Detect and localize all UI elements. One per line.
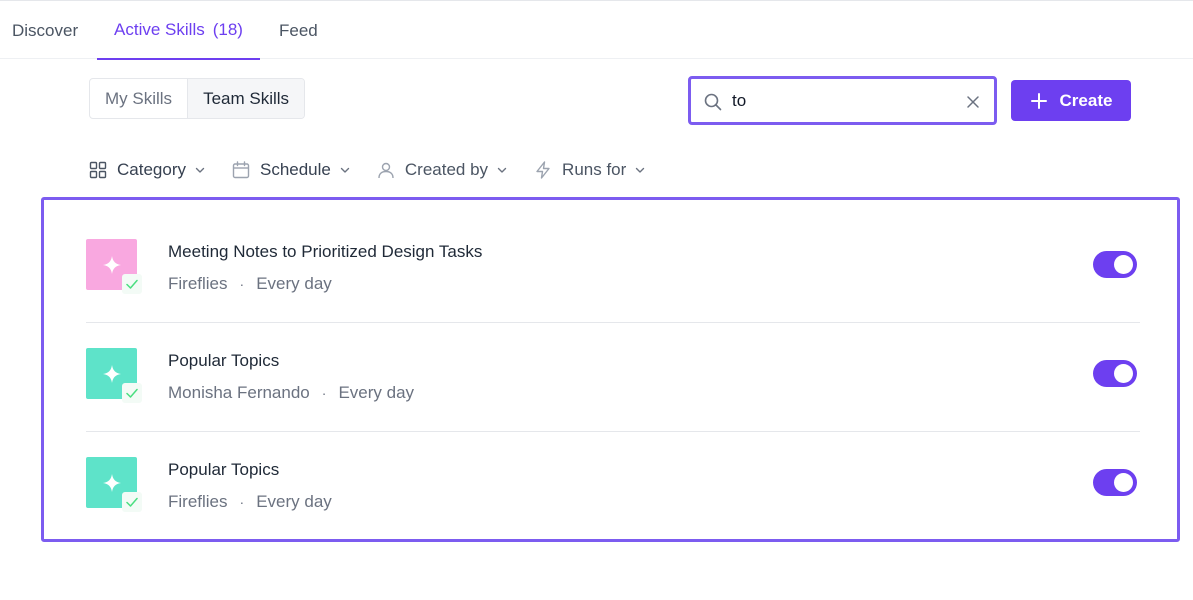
category-filter[interactable]: Category [89, 160, 206, 180]
sparkle-icon [102, 255, 121, 274]
sparkle-icon [102, 364, 121, 383]
active-check-badge [122, 274, 142, 294]
skill-meta: Fireflies · Every day [168, 492, 332, 512]
created-by-filter-label: Created by [404, 160, 489, 179]
sparkle-icon [102, 473, 121, 492]
runs-for-filter-label: Runs for [562, 160, 627, 179]
skill-row[interactable]: Popular Topics Fireflies · Every day [86, 432, 1140, 541]
skill-enabled-toggle[interactable] [1093, 469, 1137, 496]
close-icon[interactable] [965, 94, 981, 110]
create-button[interactable]: Create [1011, 80, 1131, 121]
grid-icon [89, 161, 107, 179]
separator-dot: · [321, 385, 327, 401]
check-icon [126, 279, 138, 289]
check-icon [126, 497, 138, 507]
chevron-down-icon [195, 167, 205, 173]
toggle-knob [1114, 255, 1133, 274]
search-box [688, 76, 997, 125]
skill-source: Fireflies [168, 274, 228, 293]
separator-dot: · [239, 276, 245, 292]
tab-active-skills[interactable]: Active Skills (18) [97, 1, 260, 60]
calendar-icon [232, 161, 250, 179]
toggle-knob [1114, 364, 1133, 383]
my-skills-segment[interactable]: My Skills [90, 79, 187, 118]
skill-title: Popular Topics [168, 460, 280, 479]
skill-enabled-toggle[interactable] [1093, 251, 1137, 278]
chevron-down-icon [340, 167, 350, 173]
team-skills-label: Team Skills [203, 88, 290, 108]
skill-source: Fireflies [168, 492, 228, 511]
skill-schedule: Every day [256, 274, 332, 293]
user-icon [378, 162, 394, 179]
skill-meta: Fireflies · Every day [168, 274, 332, 294]
chevron-down-icon [497, 167, 507, 173]
runs-for-filter[interactable]: Runs for [534, 160, 646, 180]
tab-discover[interactable]: Discover [12, 1, 78, 60]
team-skills-segment[interactable]: Team Skills [187, 79, 305, 118]
skill-title: Meeting Notes to Prioritized Design Task… [168, 242, 483, 261]
skill-source: Monisha Fernando [168, 383, 310, 402]
skills-scope-toggle: My Skills Team Skills [89, 78, 306, 119]
skill-schedule: Every day [256, 492, 332, 511]
active-check-badge [122, 383, 142, 403]
toggle-knob [1114, 473, 1133, 492]
separator-dot: · [239, 494, 245, 510]
tab-active-skills-count: (18) [212, 19, 243, 39]
skill-title: Popular Topics [168, 351, 280, 370]
schedule-filter-label: Schedule [259, 160, 331, 179]
top-tab-bar: Discover Active Skills (18) Feed [0, 0, 1193, 60]
tab-discover-label: Discover [12, 20, 79, 40]
skills-list: Meeting Notes to Prioritized Design Task… [41, 197, 1180, 542]
schedule-filter[interactable]: Schedule [232, 160, 351, 180]
category-filter-label: Category [117, 160, 186, 179]
tab-active-skills-label: Active Skills [114, 19, 205, 39]
skill-enabled-toggle[interactable] [1093, 360, 1137, 387]
created-by-filter[interactable]: Created by [377, 160, 508, 180]
skill-schedule: Every day [338, 383, 415, 402]
tab-feed[interactable]: Feed [279, 1, 318, 60]
chevron-down-icon [636, 167, 645, 173]
filter-bar: Category Schedule Created by Runs for [89, 156, 672, 184]
tab-feed-label: Feed [279, 20, 318, 40]
skill-row[interactable]: Meeting Notes to Prioritized Design Task… [86, 214, 1140, 323]
skill-row[interactable]: Popular Topics Monisha Fernando · Every … [86, 323, 1140, 432]
create-button-label: Create [1059, 90, 1113, 110]
check-icon [126, 388, 138, 398]
active-check-badge [122, 492, 142, 512]
plus-icon [1030, 92, 1047, 109]
search-icon [704, 93, 722, 111]
lightning-icon [536, 161, 550, 179]
skill-meta: Monisha Fernando · Every day [168, 383, 414, 403]
my-skills-label: My Skills [105, 88, 173, 108]
search-input[interactable] [732, 87, 952, 115]
